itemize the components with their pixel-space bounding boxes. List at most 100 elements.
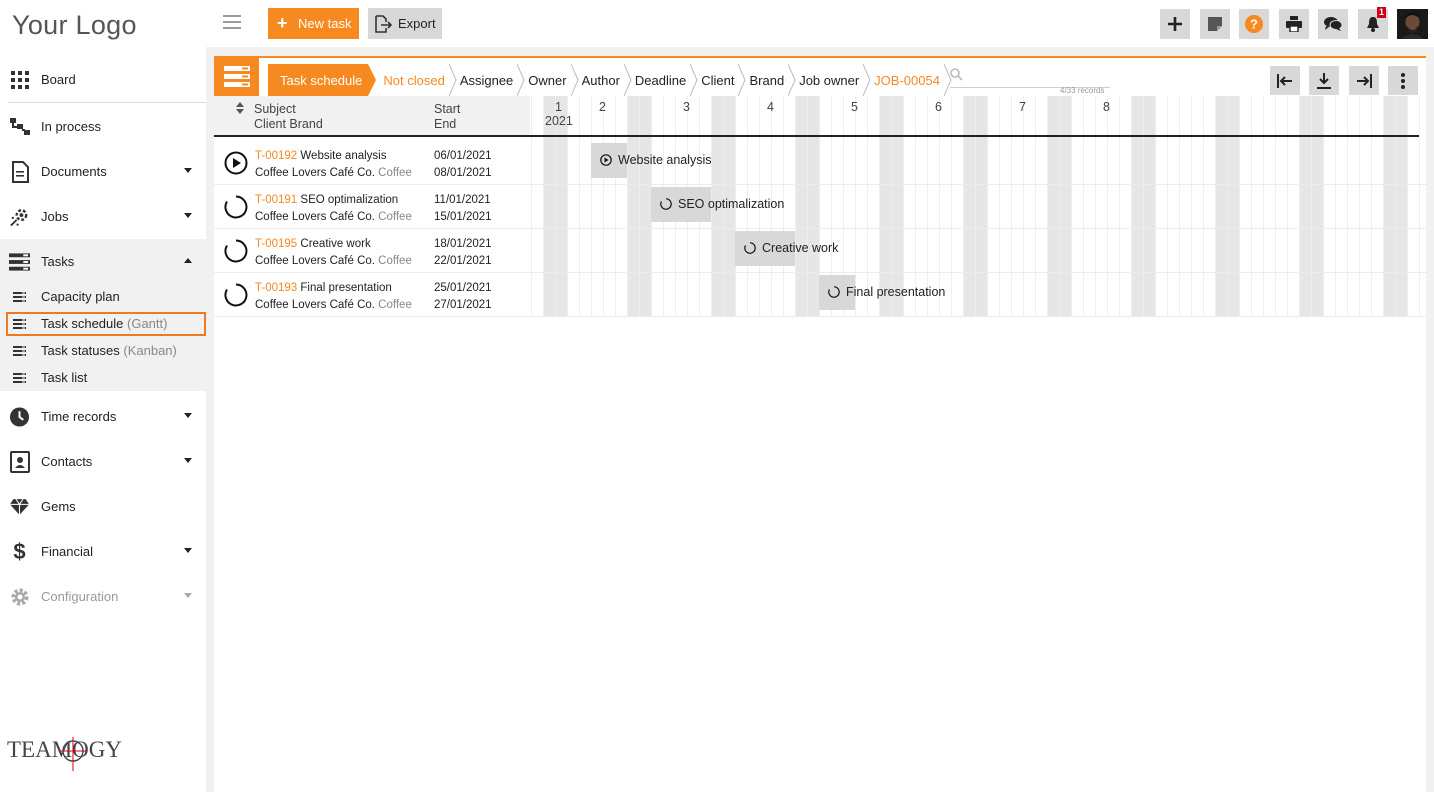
view-menu-button[interactable]: [214, 58, 259, 96]
chevron-down-icon[interactable]: [184, 458, 192, 463]
sidebar-subitem-capacity-plan[interactable]: Capacity plan: [0, 283, 206, 310]
export-button[interactable]: Export: [368, 8, 442, 39]
task-id[interactable]: T-00195: [255, 238, 297, 250]
sidebar-subitem-task-statuses[interactable]: Task statuses (Kanban): [0, 337, 206, 364]
sidebar-item-gems[interactable]: Gems: [0, 484, 206, 528]
download-button[interactable]: [1309, 66, 1339, 95]
breadcrumb-author[interactable]: Author: [575, 64, 632, 96]
scroll-right-button[interactable]: [1349, 66, 1379, 95]
search-icon: [950, 68, 963, 81]
sidebar-item-time-records[interactable]: Time records: [0, 394, 206, 438]
user-avatar[interactable]: [1397, 9, 1428, 39]
search-input[interactable]: [950, 66, 1110, 88]
add-button[interactable]: [1160, 9, 1190, 39]
column-subject[interactable]: Subject: [254, 102, 296, 116]
sidebar-item-label: Financial: [41, 543, 94, 559]
export-label: Export: [398, 16, 436, 31]
gantt-bar-text: SEO optimalization: [678, 197, 785, 211]
breadcrumb-brand[interactable]: Brand: [742, 64, 796, 96]
hamburger-menu-icon[interactable]: [223, 15, 241, 29]
play-status-icon: [600, 154, 612, 166]
task-client-brand: Coffee Lovers Café Co. Coffee: [255, 299, 412, 311]
table-row[interactable]: T-00193 Final presentation Coffee Lovers…: [214, 273, 530, 317]
breadcrumb-client[interactable]: Client: [694, 64, 747, 96]
notifications-button[interactable]: 1: [1358, 7, 1388, 39]
task-brand: Coffee: [378, 167, 412, 179]
sidebar-item-label: Configuration: [41, 588, 119, 604]
sidebar-item-documents[interactable]: Documents: [0, 149, 206, 193]
task-client: Coffee Lovers Café Co.: [255, 299, 375, 311]
breadcrumb-owner[interactable]: Owner: [521, 64, 579, 96]
task-title: T-00191 SEO optimalization: [255, 194, 398, 206]
sidebar-item-in-process[interactable]: In process: [0, 104, 206, 148]
task-client-brand: Coffee Lovers Café Co. Coffee: [255, 211, 412, 223]
gantt-bar-text: Creative work: [762, 241, 839, 255]
gantt-bar-label: SEO optimalization: [660, 197, 784, 211]
task-title: T-00193 Final presentation: [255, 282, 392, 294]
sidebar-item-board[interactable]: Board: [0, 57, 206, 101]
app-logo[interactable]: Your Logo: [12, 10, 137, 41]
task-end: 22/01/2021: [434, 255, 492, 267]
open-status-icon[interactable]: [224, 283, 248, 307]
chevron-down-icon[interactable]: [184, 593, 192, 598]
chevron-down-icon[interactable]: [184, 168, 192, 173]
breadcrumb-task-schedule[interactable]: Task schedule: [268, 64, 377, 96]
sidebar-subitem-label: Task list: [41, 370, 88, 385]
help-button[interactable]: ?: [1239, 9, 1269, 39]
sidebar-item-configuration[interactable]: Configuration: [0, 574, 206, 618]
sticky-note-button[interactable]: [1200, 9, 1230, 39]
breadcrumb-job-number[interactable]: JOB-00054: [867, 64, 952, 96]
document-icon: [9, 160, 30, 183]
breadcrumb-deadline[interactable]: Deadline: [628, 64, 698, 96]
row-separator: [530, 272, 1426, 273]
print-button[interactable]: [1279, 9, 1309, 39]
breadcrumb-label: Not closed: [383, 72, 445, 88]
more-options-button[interactable]: [1388, 66, 1418, 95]
table-row[interactable]: T-00192 Website analysis Coffee Lovers C…: [214, 141, 530, 185]
chevron-down-icon[interactable]: [184, 413, 192, 418]
sort-icon[interactable]: [236, 102, 244, 114]
task-title: T-00192 Website analysis: [255, 150, 386, 162]
panel-accent-line: [214, 56, 1426, 58]
open-status-icon[interactable]: [224, 239, 248, 263]
contact-card-icon: [9, 450, 30, 473]
filter-breadcrumbs: Task schedule Not closed Assignee Owner …: [268, 64, 952, 96]
open-status-icon[interactable]: [224, 195, 248, 219]
diamond-icon: [9, 496, 30, 517]
column-start[interactable]: Start: [434, 102, 460, 116]
board-grid-icon: [9, 69, 30, 90]
task-id[interactable]: T-00191: [255, 194, 297, 206]
chat-button[interactable]: [1318, 9, 1348, 39]
sidebar-item-jobs[interactable]: Jobs: [0, 194, 206, 238]
scroll-left-button[interactable]: [1270, 66, 1300, 95]
breadcrumb-assignee[interactable]: Assignee: [453, 64, 525, 96]
jobs-gear-icon: [9, 206, 30, 227]
breadcrumb-job-owner[interactable]: Job owner: [792, 64, 871, 96]
column-end[interactable]: End: [434, 117, 456, 131]
sidebar-item-tasks[interactable]: Tasks: [0, 239, 206, 283]
task-id[interactable]: T-00192: [255, 150, 297, 162]
new-task-button[interactable]: + New task: [268, 8, 359, 39]
column-client-brand[interactable]: Client Brand: [254, 117, 323, 131]
sidebar-subitem-task-list[interactable]: Task list: [0, 364, 206, 391]
settings-gear-icon: [9, 586, 30, 607]
bell-icon: [1367, 17, 1379, 32]
sticky-note-icon: [1208, 17, 1222, 31]
breadcrumb-label: Owner: [528, 72, 567, 88]
table-row[interactable]: T-00191 SEO optimalization Coffee Lovers…: [214, 185, 530, 229]
gantt-panel: Task schedule Not closed Assignee Owner …: [214, 56, 1426, 792]
chevron-down-icon[interactable]: [184, 548, 192, 553]
table-row[interactable]: T-00195 Creative work Coffee Lovers Café…: [214, 229, 530, 273]
chevron-down-icon[interactable]: [184, 213, 192, 218]
task-end: 27/01/2021: [434, 299, 492, 311]
task-id[interactable]: T-00193: [255, 282, 297, 294]
breadcrumb-not-closed[interactable]: Not closed: [376, 64, 457, 96]
sidebar-item-financial[interactable]: $ Financial: [0, 529, 206, 573]
task-start: 06/01/2021: [434, 150, 492, 162]
play-status-icon[interactable]: [224, 151, 248, 175]
sidebar-item-contacts[interactable]: Contacts: [0, 439, 206, 483]
breadcrumb-label: Task schedule: [280, 72, 363, 88]
sidebar-divider: [8, 102, 206, 103]
breadcrumb-label: Deadline: [634, 72, 687, 88]
chevron-up-icon[interactable]: [184, 258, 192, 263]
